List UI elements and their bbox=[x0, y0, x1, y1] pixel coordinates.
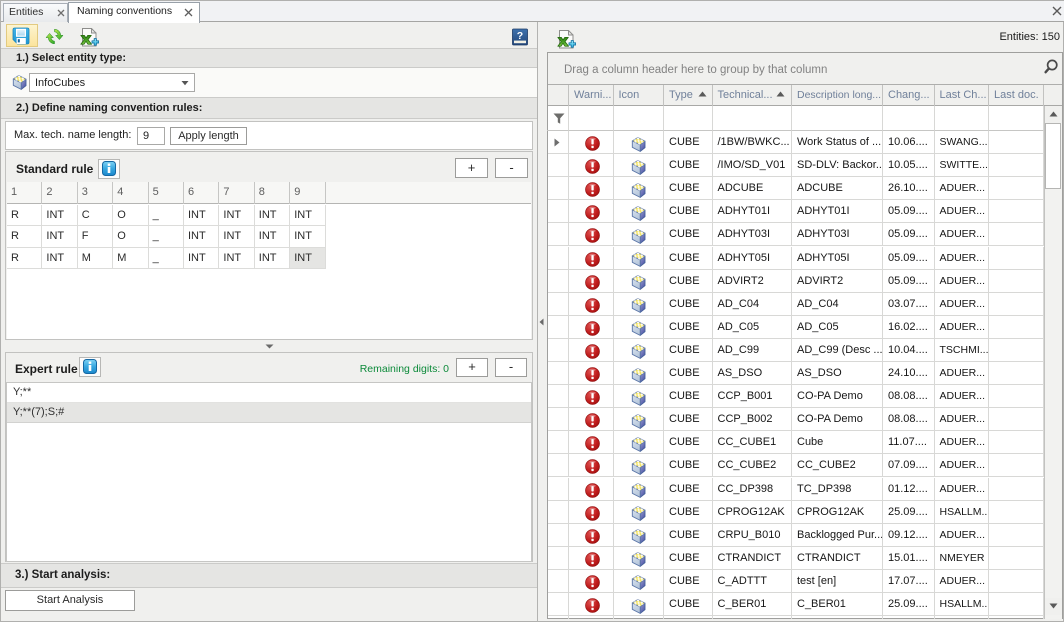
svg-text:?: ? bbox=[517, 30, 523, 42]
